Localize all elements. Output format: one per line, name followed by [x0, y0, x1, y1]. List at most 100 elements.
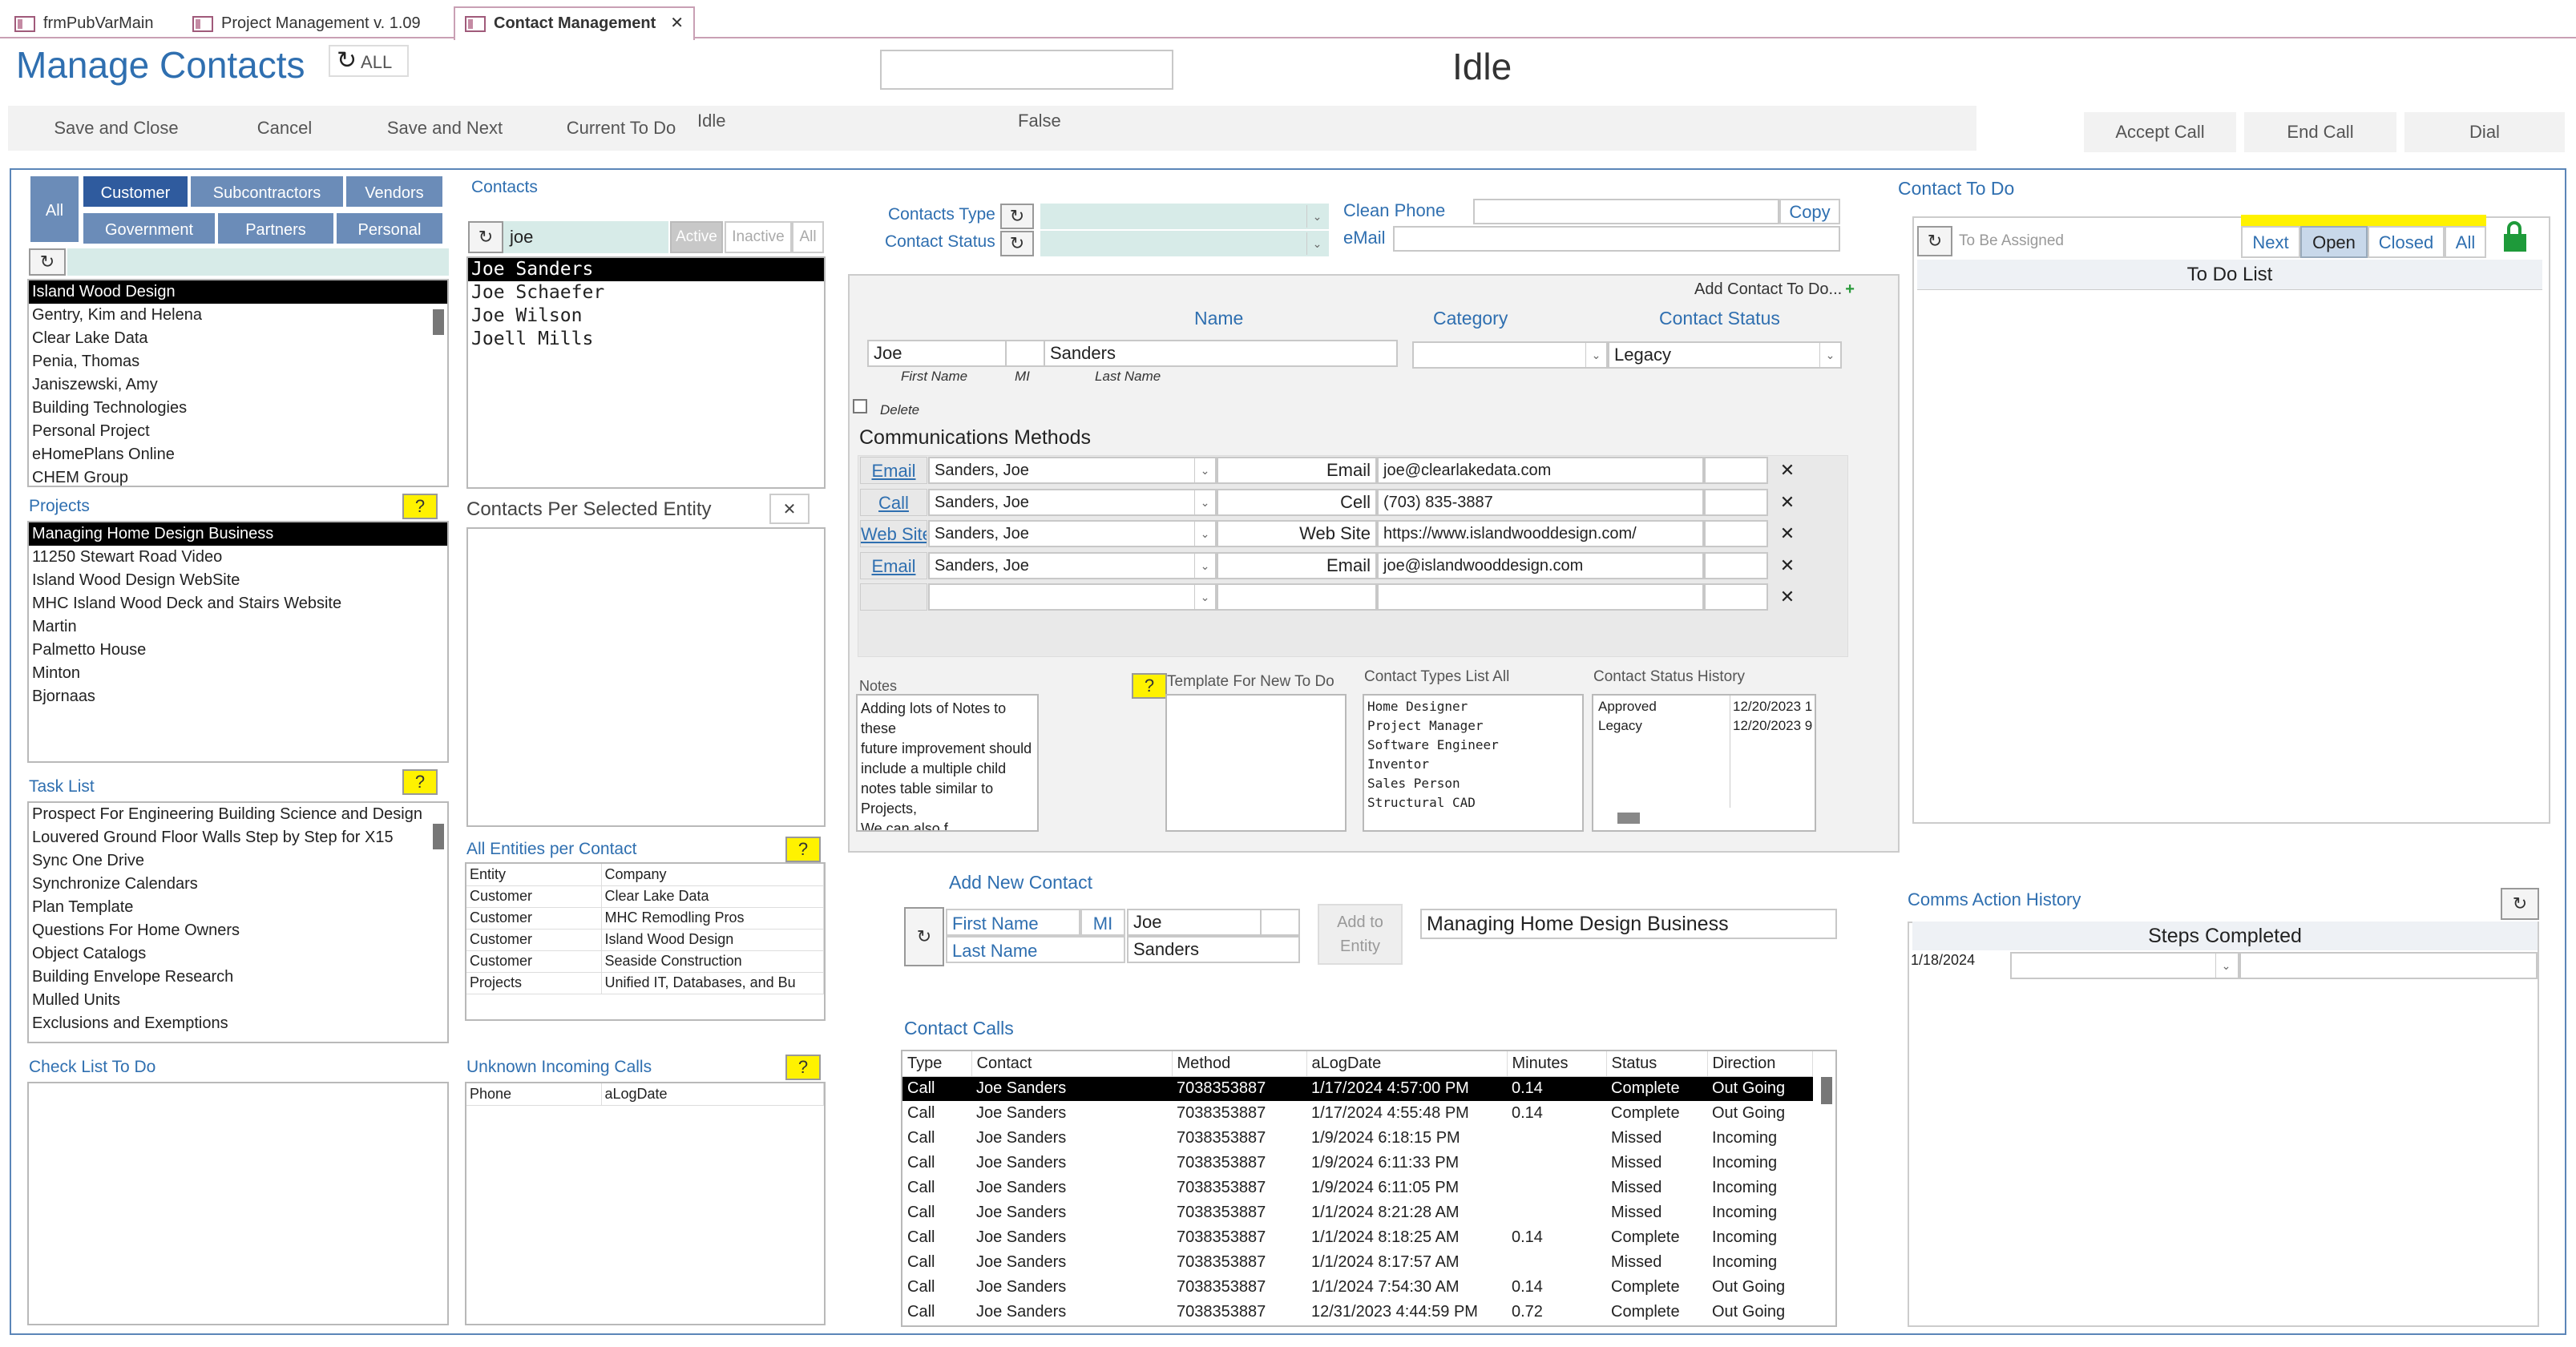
last-name-input[interactable]: Sanders — [1044, 340, 1398, 367]
project-list-item[interactable]: 11250 Stewart Road Video — [29, 546, 447, 569]
mi-input[interactable] — [1005, 340, 1045, 367]
table-row[interactable]: Customer MHC Remodling Pros — [466, 907, 824, 930]
entity-list-item[interactable]: Janiszewski, Amy — [29, 373, 447, 397]
task-list-item[interactable]: Mulled Units — [29, 989, 447, 1012]
copy-button[interactable]: Copy — [1779, 199, 1840, 224]
contact-type-item[interactable]: Project Manager — [1364, 716, 1582, 736]
table-row[interactable]: Call Joe Sanders 7038353887 1/9/2024 6:11:0… — [902, 1176, 1813, 1200]
task-list-item[interactable]: Louvered Ground Floor Walls Step by Step… — [29, 826, 447, 849]
table-row[interactable]: Call Joe Sanders 7038353887 1/1/2024 7:54:3… — [902, 1275, 1813, 1300]
delete-row-icon[interactable]: ✕ — [1771, 489, 1803, 516]
template-help-button[interactable]: ? — [1132, 673, 1167, 699]
comm-owner-select[interactable] — [928, 583, 1217, 611]
contact-list-item[interactable]: Joe Schaefer — [468, 281, 824, 304]
chevron-down-icon[interactable]: ⌄ — [1585, 343, 1606, 367]
delete-checkbox[interactable] — [853, 399, 867, 413]
comms-history-note[interactable] — [2239, 952, 2538, 979]
comm-type-link[interactable]: Web Site — [860, 520, 927, 547]
contact-list[interactable]: Joe Sanders Joe Schaefer Joe Wilson Joell M… — [466, 256, 826, 489]
entity-list-item[interactable]: Building Technologies — [29, 397, 447, 420]
comm-type-link[interactable]: Email — [860, 552, 927, 579]
tab-contact-management[interactable]: Contact Management ✕ — [454, 6, 696, 40]
contact-list-item[interactable]: Joe Sanders — [468, 258, 824, 281]
chevron-down-icon[interactable]: ⌄ — [1306, 232, 1327, 255]
refresh-todo-button[interactable]: ↻ — [1917, 226, 1952, 256]
chevron-down-icon[interactable]: ⌄ — [1194, 490, 1215, 514]
comm-extra-field[interactable] — [1704, 583, 1768, 611]
comms-history-select[interactable] — [2010, 952, 2239, 979]
comm-value-field[interactable]: joe@clearlakedata.com — [1377, 457, 1704, 484]
tab-government[interactable]: Government — [82, 212, 216, 245]
entity-list-item[interactable]: Personal Project — [29, 420, 447, 443]
chevron-down-icon[interactable]: ⌄ — [1194, 585, 1215, 609]
table-row[interactable]: Call Joe Sanders 7038353887 1/17/2024 4:57:… — [902, 1076, 1813, 1101]
comm-type-link[interactable]: Email — [860, 457, 927, 484]
refresh-status-button[interactable]: ↻ — [1000, 231, 1034, 256]
table-row[interactable]: Call Joe Sanders 7038353887 1/9/2024 6:18:1… — [902, 1126, 1813, 1151]
project-list-item[interactable]: Managing Home Design Business — [29, 522, 447, 546]
inactive-filter-button[interactable]: Inactive — [725, 221, 792, 253]
close-tab-icon[interactable]: ✕ — [670, 14, 684, 32]
tab-frmpubvarmain[interactable]: frmPubVarMain — [14, 8, 153, 38]
table-row[interactable]: Call Joe Sanders 7038353887 1/9/2024 6:11:3… — [902, 1151, 1813, 1176]
table-row[interactable]: Call Joe Sanders 7038353887 1/1/2024 8:17:5… — [902, 1250, 1813, 1275]
category-select[interactable] — [1412, 341, 1608, 369]
unknown-calls-help-button[interactable]: ? — [785, 1055, 821, 1080]
task-list-item[interactable]: Building Envelope Research — [29, 966, 447, 989]
project-list-item[interactable]: Palmetto House — [29, 639, 447, 662]
comm-type-link[interactable]: Call — [860, 489, 927, 516]
vertical-scrollbar[interactable] — [1821, 1077, 1832, 1104]
tab-all[interactable]: All — [29, 175, 80, 244]
contact-type-select[interactable] — [1040, 204, 1329, 229]
contacts-per-entity-list[interactable] — [466, 527, 826, 827]
table-row[interactable]: Call Joe Sanders 7038353887 12/31/2023 4:44… — [902, 1300, 1813, 1325]
header-search-input[interactable] — [880, 50, 1173, 90]
projects-help-button[interactable]: ? — [402, 494, 438, 519]
contact-list-item[interactable]: Joell Mills — [468, 328, 824, 351]
chevron-down-icon[interactable]: ⌄ — [2215, 954, 2236, 978]
project-list-item[interactable]: Bjornaas — [29, 685, 447, 708]
comm-extra-field[interactable] — [1704, 457, 1768, 484]
table-row[interactable]: Call Joe Sanders 7038353887 1/17/2024 4:55:… — [902, 1101, 1813, 1126]
new-mi-input[interactable] — [1260, 909, 1300, 936]
add-to-entity-button[interactable]: Add to Entity — [1318, 904, 1403, 965]
comm-value-field[interactable]: https://www.islandwooddesign.com/ — [1377, 520, 1704, 547]
task-list-item[interactable]: Prospect For Engineering Building Scienc… — [29, 803, 447, 826]
todo-all-button[interactable]: All — [2445, 226, 2486, 258]
entities-per-contact-help-button[interactable]: ? — [785, 837, 821, 862]
contact-status-field[interactable]: Legacy — [1608, 341, 1842, 369]
project-list-item[interactable]: Martin — [29, 615, 447, 639]
refresh-type-button[interactable]: ↻ — [1000, 204, 1034, 229]
contact-type-item[interactable]: Sales Person — [1364, 774, 1582, 793]
contact-list-item[interactable]: Joe Wilson — [468, 304, 824, 328]
table-row[interactable]: Customer Island Wood Design — [466, 929, 824, 951]
project-list[interactable]: Managing Home Design Business 11250 Stewa… — [27, 521, 449, 763]
accept-call-button[interactable]: Accept Call — [2084, 112, 2236, 152]
save-and-close-button[interactable]: Save and Close — [32, 106, 200, 151]
refresh-add-contact-button[interactable]: ↻ — [904, 907, 944, 966]
chevron-down-icon[interactable]: ⌄ — [1819, 343, 1840, 367]
contact-search-input[interactable]: joe — [503, 221, 668, 253]
tab-personal[interactable]: Personal — [335, 212, 444, 245]
project-list-item[interactable]: MHC Island Wood Deck and Stairs Website — [29, 592, 447, 615]
end-call-button[interactable]: End Call — [2244, 112, 2396, 152]
todo-next-button[interactable]: Next — [2241, 226, 2300, 258]
comm-owner-select[interactable]: Sanders, Joe — [928, 520, 1217, 547]
table-row[interactable]: Call Joe Sanders 7038353887 1/1/2024 8:18:2… — [902, 1225, 1813, 1250]
chevron-down-icon[interactable]: ⌄ — [1194, 458, 1215, 482]
cancel-button[interactable]: Cancel — [232, 106, 337, 151]
save-and-next-button[interactable]: Save and Next — [369, 106, 521, 151]
contact-types-list[interactable]: Home Designer Project Manager Software Eng… — [1363, 694, 1584, 832]
tab-partners[interactable]: Partners — [216, 212, 335, 245]
new-last-name-input[interactable]: Sanders — [1127, 936, 1300, 963]
current-to-do-button[interactable]: Current To Do — [553, 106, 689, 151]
table-row[interactable]: Projects Unified IT, Databases, and Bu — [466, 972, 824, 994]
refresh-entities-button[interactable]: ↻ — [29, 248, 66, 276]
comm-extra-field[interactable] — [1704, 552, 1768, 579]
task-list-item[interactable]: Questions For Home Owners — [29, 919, 447, 942]
tab-customer[interactable]: Customer — [82, 175, 189, 208]
horizontal-scrollbar[interactable] — [1617, 813, 1640, 824]
email-filter-input[interactable] — [1393, 226, 1840, 252]
refresh-all-button[interactable]: ↻ ALL — [329, 45, 409, 77]
task-list[interactable]: Prospect For Engineering Building Scienc… — [27, 801, 449, 1043]
